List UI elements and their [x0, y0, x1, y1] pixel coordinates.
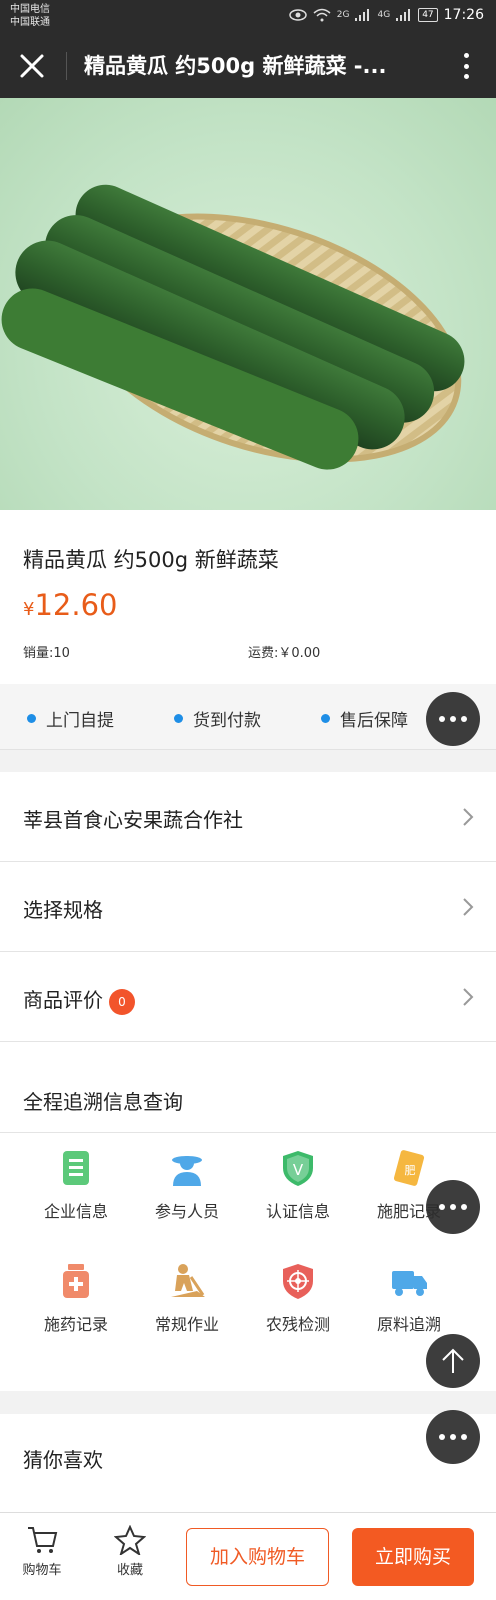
- cart-icon: [28, 1527, 58, 1553]
- feature-aftersales: 售后保障: [321, 706, 408, 731]
- medicine-bottle-icon: [63, 1264, 89, 1298]
- worker-shovel-icon: [171, 1264, 205, 1297]
- trace-grid: 企业信息 参与人员 V 认证信息 肥 施肥记录 施药记录 常规作业 农残检测 原…: [0, 1133, 496, 1391]
- svg-text:肥: 肥: [405, 1164, 416, 1177]
- bullet-icon: [321, 714, 330, 723]
- chevron-right-icon: [463, 988, 474, 1006]
- floating-more-button[interactable]: [426, 1410, 480, 1464]
- svg-text:V: V: [293, 1161, 304, 1179]
- person-icon: [172, 1156, 202, 1186]
- chevron-right-icon: [463, 898, 474, 916]
- bottom-action-bar: 购物车 收藏 加入购物车 立即购买: [0, 1512, 496, 1600]
- document-list-icon: [63, 1151, 89, 1185]
- network-1-label: 2G: [336, 10, 350, 20]
- carrier-info: 中国电信 中国联通: [10, 3, 50, 29]
- add-to-cart-button[interactable]: 加入购物车: [186, 1528, 329, 1586]
- trace-item-routine[interactable]: 常规作业: [132, 1261, 242, 1335]
- page-title: 精品黄瓜 约500g 新鲜蔬菜 -...: [84, 54, 387, 78]
- detail-rows: 莘县首食心安果蔬合作社 选择规格 商品评价 0: [0, 772, 496, 1042]
- cart-button[interactable]: 购物车: [12, 1525, 72, 1578]
- eye-icon: [289, 9, 307, 21]
- network-2-label: 4G: [377, 10, 391, 20]
- bullet-icon: [27, 714, 36, 723]
- carrier-2: 中国联通: [10, 17, 50, 28]
- recommendations: 猜你喜欢: [0, 1414, 496, 1514]
- signal-1-icon: [355, 9, 370, 21]
- shield-icon: V: [283, 1151, 313, 1186]
- back-to-top-button[interactable]: [426, 1334, 480, 1388]
- trace-item-residue[interactable]: 农残检测: [243, 1261, 353, 1335]
- cucumber-illustration: [1, 184, 465, 470]
- clock: 17:26: [443, 7, 484, 23]
- product-image: [0, 98, 496, 510]
- reviews-label: 商品评价 0: [23, 984, 135, 1015]
- more-menu-icon[interactable]: [458, 50, 474, 82]
- nav-divider: [66, 52, 67, 80]
- trace-title: 全程追溯信息查询: [23, 1090, 183, 1114]
- status-bar: 中国电信 中国联通 2G 4G 47 17:26: [0, 0, 496, 34]
- floating-more-button[interactable]: [426, 1180, 480, 1234]
- feature-pickup: 上门自提: [27, 706, 114, 731]
- trace-section-header: 全程追溯信息查询: [0, 1042, 496, 1133]
- arrow-up-icon: [442, 1348, 464, 1373]
- spec-row[interactable]: 选择规格: [0, 862, 496, 952]
- service-features: 上门自提 货到付款 售后保障: [0, 684, 496, 750]
- trace-item-staff[interactable]: 参与人员: [132, 1148, 242, 1222]
- reviews-row[interactable]: 商品评价 0: [0, 952, 496, 1042]
- truck-icon: [392, 1271, 427, 1296]
- bullet-icon: [174, 714, 183, 723]
- trace-item-material[interactable]: 原料追溯: [354, 1261, 464, 1335]
- wifi-icon: [313, 8, 331, 22]
- product-name: 精品黄瓜 约500g 新鲜蔬菜: [23, 548, 279, 572]
- battery-level: 47: [418, 8, 438, 22]
- review-count-badge: 0: [109, 988, 135, 1015]
- shop-row[interactable]: 莘县首食心安果蔬合作社: [0, 772, 496, 862]
- spec-label: 选择规格: [23, 898, 103, 922]
- carrier-1: 中国电信: [10, 4, 50, 15]
- product-info: 精品黄瓜 约500g 新鲜蔬菜 ¥12.60 销量:10 运费:￥0.00: [0, 510, 496, 684]
- favorite-button[interactable]: 收藏: [100, 1525, 160, 1578]
- currency-symbol: ¥: [23, 599, 35, 620]
- trace-item-certification[interactable]: V 认证信息: [243, 1148, 353, 1222]
- feature-cod: 货到付款: [174, 706, 261, 731]
- fertilizer-icon: 肥: [393, 1150, 425, 1186]
- signal-2-icon: [396, 9, 411, 21]
- status-icons: 2G 4G 47 17:26: [289, 7, 484, 23]
- recommendations-title: 猜你喜欢: [23, 1448, 103, 1472]
- trace-item-pesticide[interactable]: 施药记录: [21, 1261, 131, 1335]
- target-shield-icon: [283, 1264, 313, 1299]
- trace-item-company[interactable]: 企业信息: [21, 1148, 131, 1222]
- star-icon: [114, 1525, 146, 1555]
- floating-more-button[interactable]: [426, 692, 480, 746]
- sales-count: 销量:10: [23, 646, 70, 661]
- shop-name: 莘县首食心安果蔬合作社: [23, 808, 243, 832]
- nav-bar: 精品黄瓜 约500g 新鲜蔬菜 -...: [0, 34, 496, 98]
- price-value: 12.60: [34, 588, 118, 622]
- buy-now-button[interactable]: 立即购买: [352, 1528, 474, 1586]
- close-icon[interactable]: [16, 50, 48, 82]
- shipping-fee: 运费:￥0.00: [248, 646, 321, 661]
- product-price: ¥12.60: [23, 588, 117, 622]
- chevron-right-icon: [463, 808, 474, 826]
